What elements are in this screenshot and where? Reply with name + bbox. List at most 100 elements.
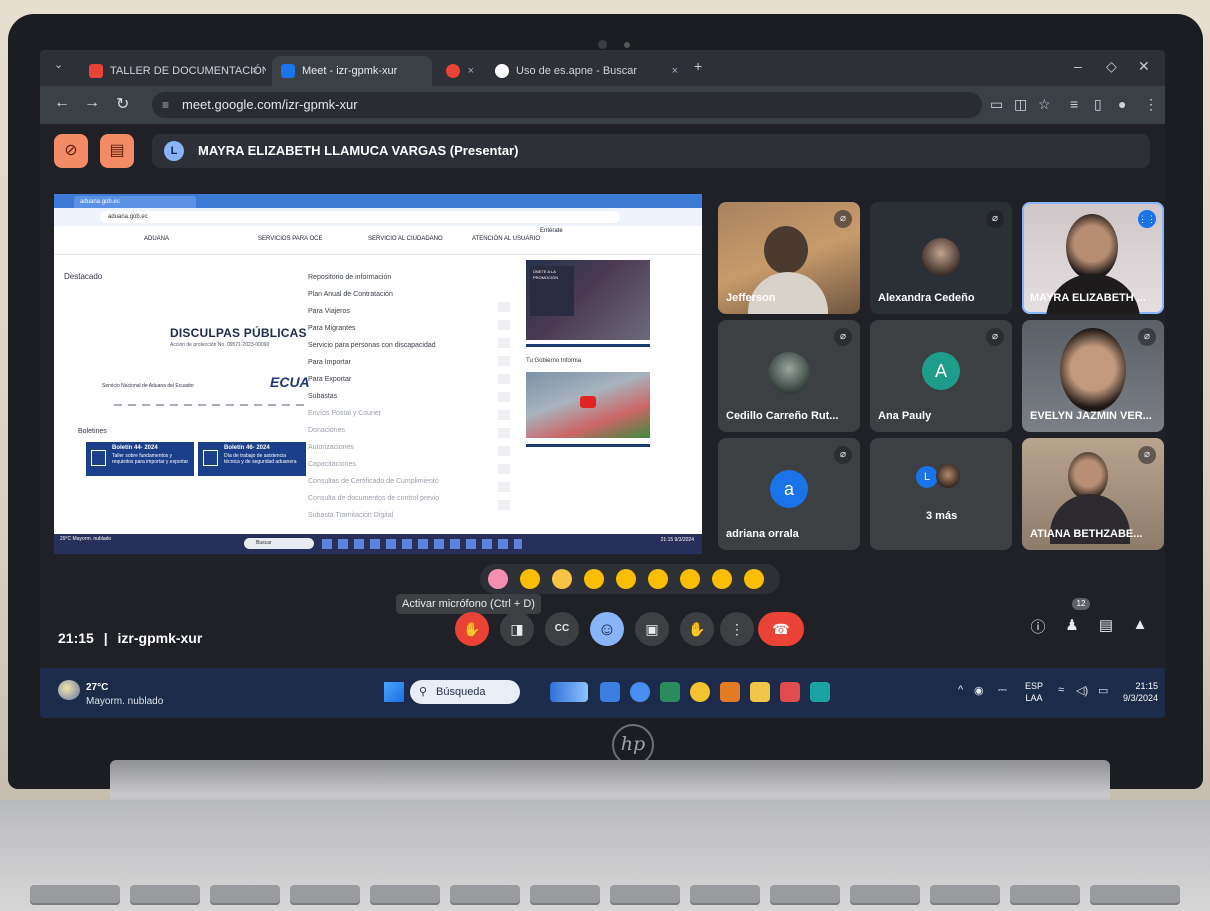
cast-icon[interactable]: ▭ <box>990 96 1003 113</box>
participant-video <box>1060 328 1126 412</box>
participant-tile-cedillo[interactable]: ⌀ Cedillo Carreño Rut... <box>718 320 860 432</box>
pink-heart-icon[interactable] <box>488 569 508 589</box>
shared-screen[interactable]: aduana.gob.ec aduana.gob.ec ADUANA SERVI… <box>54 194 702 554</box>
activities-icon[interactable]: ▲ <box>1128 616 1152 633</box>
app-icon[interactable] <box>810 682 830 702</box>
party-popper-icon[interactable] <box>552 569 572 589</box>
chat-app-icon[interactable] <box>630 682 650 702</box>
reactions-bar <box>480 564 780 594</box>
camera-toggle-button[interactable]: ◨ <box>500 612 534 646</box>
meeting-code: izr-gpmk-xur <box>117 630 203 646</box>
leave-call-button[interactable]: ☎ <box>758 612 804 646</box>
present-screen-button[interactable]: ▣ <box>635 612 669 646</box>
profile-icon[interactable]: ● <box>1118 96 1126 112</box>
keyboard-key <box>530 885 600 905</box>
participant-tile-adriana[interactable]: a ⌀ adriana orrala <box>718 438 860 550</box>
chat-icon[interactable]: ▤ <box>1094 616 1118 634</box>
new-tab-button[interactable]: + <box>694 58 702 74</box>
shared-menu-item: Subastas <box>308 393 338 400</box>
shared-divider <box>526 344 650 347</box>
tab-close-icon[interactable]: × <box>468 56 474 86</box>
tab-close-icon[interactable]: × <box>672 56 678 86</box>
webcam-led <box>624 42 630 48</box>
shared-menu-item: Subasta Tramitación Digital <box>308 512 394 519</box>
people-icon[interactable]: ♟ <box>1060 616 1084 634</box>
surprised-face-icon[interactable] <box>648 569 668 589</box>
shared-menu-rail <box>498 302 510 512</box>
extensions-icon[interactable]: ≡ <box>1070 96 1078 112</box>
store-icon[interactable] <box>660 682 680 702</box>
shared-menu-item: Repositorio de información <box>308 274 392 281</box>
windows-start-icon[interactable] <box>384 682 404 702</box>
present-layout-icon[interactable]: ▤ <box>100 134 134 168</box>
presenter-name: MAYRA ELIZABETH LLAMUCA VARGAS (Presenta… <box>198 143 519 158</box>
brave-icon[interactable] <box>780 682 800 702</box>
install-icon[interactable]: ◫ <box>1014 96 1027 113</box>
language-indicator[interactable]: ESP LAA <box>1025 680 1043 704</box>
participant-tile-ana[interactable]: A ⌀ Ana Pauly <box>870 320 1012 432</box>
wifi-icon[interactable]: ≈ <box>1058 684 1064 696</box>
participant-tile-mayra[interactable]: ⋮⋮ MAYRA ELIZABETH ... <box>1022 202 1164 314</box>
thinking-face-icon[interactable] <box>712 569 732 589</box>
participant-name: ATIANA BETHZABE... <box>1030 528 1143 540</box>
taskbar-search[interactable]: ⚲ Búsqueda <box>410 680 520 704</box>
participant-tile-evelyn[interactable]: ⌀ EVELYN JAZMIN VER... <box>1022 320 1164 432</box>
battery-icon[interactable]: ▭ <box>1098 684 1108 697</box>
shared-logo-text: ECUA <box>270 374 310 390</box>
shared-taskbar-clock: 21:15 9/3/2024 <box>660 537 694 543</box>
close-window-button[interactable]: ✕ <box>1138 58 1150 75</box>
file-explorer-icon[interactable] <box>750 682 770 702</box>
sidepanel-icon[interactable]: ▯ <box>1094 96 1102 113</box>
keyboard-key <box>770 885 840 905</box>
tears-of-joy-icon[interactable] <box>616 569 636 589</box>
tab-close-icon[interactable]: × <box>252 56 258 86</box>
site-info-icon[interactable]: ≡ <box>162 92 169 118</box>
participant-avatar: L <box>916 466 938 488</box>
weather-temperature[interactable]: 27°C <box>86 682 108 693</box>
tab-recording[interactable]: × <box>440 56 480 86</box>
raise-hand-button[interactable]: ✋ <box>680 612 714 646</box>
taskbar-clock[interactable]: 21:15 9/3/2024 <box>1118 680 1158 704</box>
mic-off-icon: ⌀ <box>986 328 1004 346</box>
tray-app-icon[interactable]: ◉ <box>974 684 984 697</box>
more-options-button[interactable]: ⋮ <box>720 612 754 646</box>
thumbs-up-icon[interactable] <box>520 569 540 589</box>
mic-toggle-button[interactable]: ✋ <box>455 612 489 646</box>
clapping-hands-icon[interactable] <box>584 569 604 589</box>
stop-presenting-icon[interactable]: ⊘ <box>54 134 88 168</box>
tab-google-search[interactable]: Uso de es.apne - Buscar × <box>486 56 686 86</box>
restore-button[interactable]: ◇ <box>1106 58 1117 75</box>
volume-icon[interactable]: ◁) <box>1076 684 1088 697</box>
minimize-button[interactable]: – <box>1074 58 1082 74</box>
meeting-info-icon[interactable]: ⓘ <box>1026 616 1050 637</box>
speaking-indicator-icon: ⋮⋮ <box>1138 210 1156 228</box>
task-view-icon[interactable] <box>600 682 620 702</box>
weather-condition[interactable]: Mayorm. nublado <box>86 696 163 707</box>
mic-off-icon: ⌀ <box>1138 328 1156 346</box>
menu-kebab-icon[interactable]: ⋮ <box>1144 96 1158 113</box>
weather-cloud-icon[interactable] <box>58 680 80 700</box>
emoji-button[interactable]: ☺ <box>590 612 624 646</box>
participant-tile-jefferson[interactable]: ⌀ Jefferson <box>718 202 860 314</box>
widgets-icon[interactable] <box>550 682 588 702</box>
address-bar[interactable]: ≡ meet.google.com/izr-gpmk-xur <box>152 92 982 118</box>
shared-nav-item: ADUANA <box>144 236 170 242</box>
participant-tile-alexandra[interactable]: ⌀ Alexandra Cedeño <box>870 202 1012 314</box>
crying-face-icon[interactable] <box>680 569 700 589</box>
forward-icon[interactable]: → <box>84 94 100 112</box>
thumbs-down-icon[interactable] <box>744 569 764 589</box>
tray-mic-icon[interactable]: ⎓ <box>998 684 1007 697</box>
bookmark-star-icon[interactable]: ☆ <box>1038 96 1051 113</box>
captions-button[interactable]: CC <box>545 612 579 646</box>
office-icon[interactable] <box>720 682 740 702</box>
chrome-icon[interactable] <box>690 682 710 702</box>
keyboard-key <box>210 885 280 905</box>
tab-search-icon[interactable]: ⌄ <box>54 58 63 71</box>
tab-meet[interactable]: Meet - izr-gpmk-xur <box>272 56 432 86</box>
back-icon[interactable]: ← <box>54 94 70 112</box>
reload-icon[interactable]: ↻ <box>116 94 129 114</box>
participant-tile-more[interactable]: L 3 más <box>870 438 1012 550</box>
tray-overflow-icon[interactable]: ^ <box>958 684 963 696</box>
tab-documentacion[interactable]: TALLER DE DOCUMENTACIÓN × <box>80 56 266 86</box>
participant-tile-tatiana[interactable]: ⌀ ATIANA BETHZABE... <box>1022 438 1164 550</box>
